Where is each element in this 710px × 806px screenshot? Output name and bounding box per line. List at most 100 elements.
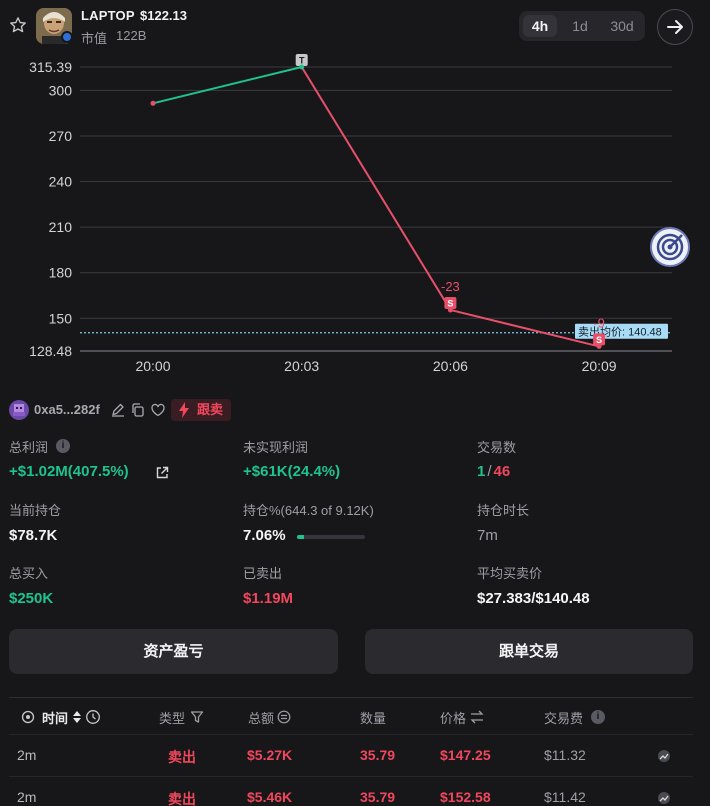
marker-label: T — [299, 56, 305, 66]
marker-label: S — [596, 335, 602, 345]
total-profit-value: +$1.02M(407.5%) — [9, 463, 129, 480]
range-1d-button[interactable]: 1d — [563, 15, 597, 37]
marker-label: S — [447, 298, 453, 308]
position-pct-label: 持仓%(644.3 of 9.12K) — [243, 503, 374, 518]
lightning-icon — [179, 402, 189, 418]
follow-sell-label: 跟卖 — [197, 402, 224, 417]
trades-separator: / — [487, 463, 492, 480]
data-point — [596, 343, 602, 349]
arrow-right-icon — [667, 20, 683, 34]
external-link-icon[interactable] — [155, 466, 169, 480]
row-quantity: 35.79 — [360, 789, 396, 805]
row-total: $5.46K — [247, 789, 293, 805]
column-header-time[interactable]: 时间 — [42, 708, 68, 727]
marker-annotation: -9 — [593, 315, 605, 330]
total-buy-value: $250K — [9, 590, 54, 607]
wallet-row: 0xa5...282f 跟卖 — [0, 398, 710, 422]
row-total: $5.27K — [247, 747, 293, 763]
y-tick-label: 150 — [49, 310, 73, 326]
verified-badge-icon — [61, 31, 73, 43]
row-quantity: 35.79 — [360, 747, 396, 763]
copy-trade-button[interactable]: 跟单交易 — [365, 629, 693, 674]
settings-circle-icon[interactable] — [21, 710, 35, 724]
follow-sell-button[interactable]: 跟卖 — [171, 399, 231, 421]
currency-toggle-icon[interactable] — [277, 710, 291, 724]
range-4h-button[interactable]: 4h — [523, 15, 557, 37]
price-chart: 315.39 300 270 240 210 180 150 128.48 20:00 20:03… — [0, 52, 710, 382]
clock-icon[interactable] — [85, 709, 101, 725]
table-row[interactable]: 2m 卖出 $5.27K 35.79 $147.25 $11.32 — [9, 734, 693, 774]
token-ticker: LAPTOP — [81, 8, 135, 23]
x-tick-label: 20:06 — [433, 358, 468, 374]
chart-link-icon[interactable] — [657, 791, 671, 805]
y-tick-label: 128.48 — [29, 343, 72, 359]
token-price: $122.13 — [140, 8, 187, 23]
avg-price-label: 平均买卖价 — [477, 566, 543, 581]
sold-value: $1.19M — [243, 590, 294, 607]
wallet-avatar — [9, 400, 29, 420]
chart-link-icon[interactable] — [657, 749, 671, 763]
time-range-selector: 4h 1d 30d — [519, 11, 645, 41]
trades-sell-count: 46 — [493, 463, 511, 480]
position-pct-bar — [297, 535, 365, 539]
sold-label: 已卖出 — [243, 566, 283, 581]
column-header-total: 总额 — [248, 711, 275, 726]
data-point — [150, 100, 156, 106]
row-time: 2m — [17, 789, 37, 805]
y-tick-label: 180 — [49, 265, 73, 281]
row-price: $147.25 — [440, 747, 491, 763]
column-header-type: 类型 — [159, 711, 186, 726]
current-holding-value: $78.7K — [9, 527, 58, 544]
target-button[interactable] — [650, 227, 690, 267]
data-point — [447, 307, 453, 313]
unrealized-profit-label: 未实现利润 — [243, 440, 309, 455]
table-row[interactable]: 2m 卖出 $5.46K 35.79 $152.58 $11.42 — [9, 776, 693, 806]
y-tick-label: 300 — [49, 82, 73, 98]
asset-pnl-button[interactable]: 资产盈亏 — [9, 629, 338, 674]
total-buy-label: 总买入 — [9, 566, 49, 581]
trades-count-label: 交易数 — [477, 440, 517, 455]
swap-icon[interactable] — [469, 710, 485, 724]
hold-time-label: 持仓时长 — [477, 503, 530, 518]
x-tick-label: 20:09 — [582, 358, 617, 374]
avg-price-value: $27.383/$140.48 — [477, 590, 590, 607]
row-type: 卖出 — [168, 749, 196, 765]
target-icon — [656, 233, 684, 261]
y-tick-label: 240 — [49, 174, 73, 190]
series-line-segment — [300, 66, 452, 311]
range-30d-button[interactable]: 30d — [603, 15, 641, 37]
info-icon[interactable]: i — [56, 439, 70, 453]
row-fee: $11.32 — [544, 747, 586, 763]
sort-icon[interactable] — [72, 710, 82, 724]
fee-info-icon[interactable]: i — [591, 710, 605, 724]
trades-table: 时间 类型 总额 数量 价格 交易费 i 2m 卖出 $5.27K 35.79 … — [9, 697, 693, 806]
column-header-price: 价格 — [440, 711, 467, 726]
x-tick-label: 20:03 — [284, 358, 319, 374]
row-time: 2m — [17, 747, 37, 763]
price-chart-svg: 315.39 300 270 240 210 180 150 128.48 20:00 20:03… — [29, 54, 672, 374]
unrealized-profit-value: +$61K(24.4%) — [243, 463, 341, 480]
row-price: $152.58 — [440, 789, 491, 805]
heart-icon[interactable] — [150, 402, 166, 418]
hold-time-value: 7m — [477, 527, 498, 544]
avg-sell-label: 卖出均价: 140.48 — [578, 324, 662, 338]
y-tick-label: 210 — [49, 219, 73, 235]
star-icon[interactable] — [9, 16, 27, 34]
edit-icon[interactable] — [110, 402, 126, 418]
wallet-address[interactable]: 0xa5...282f — [34, 402, 100, 417]
column-header-fee: 交易费 — [544, 711, 584, 726]
copy-icon[interactable] — [130, 402, 146, 418]
position-pct-fill — [297, 535, 304, 539]
column-header-quantity: 数量 — [360, 711, 387, 726]
market-cap-label: 市值 — [81, 31, 108, 46]
y-tick-label: 270 — [49, 128, 73, 144]
total-profit-label: 总利润 — [9, 440, 49, 455]
market-cap-value: 122B — [116, 28, 147, 43]
row-fee: $11.42 — [544, 789, 586, 805]
series-line-segment — [152, 66, 303, 105]
current-holding-label: 当前持仓 — [9, 503, 62, 518]
forward-button[interactable] — [657, 9, 693, 45]
position-pct-value: 7.06% — [243, 527, 286, 544]
data-point — [299, 64, 305, 70]
filter-icon[interactable] — [190, 710, 204, 724]
